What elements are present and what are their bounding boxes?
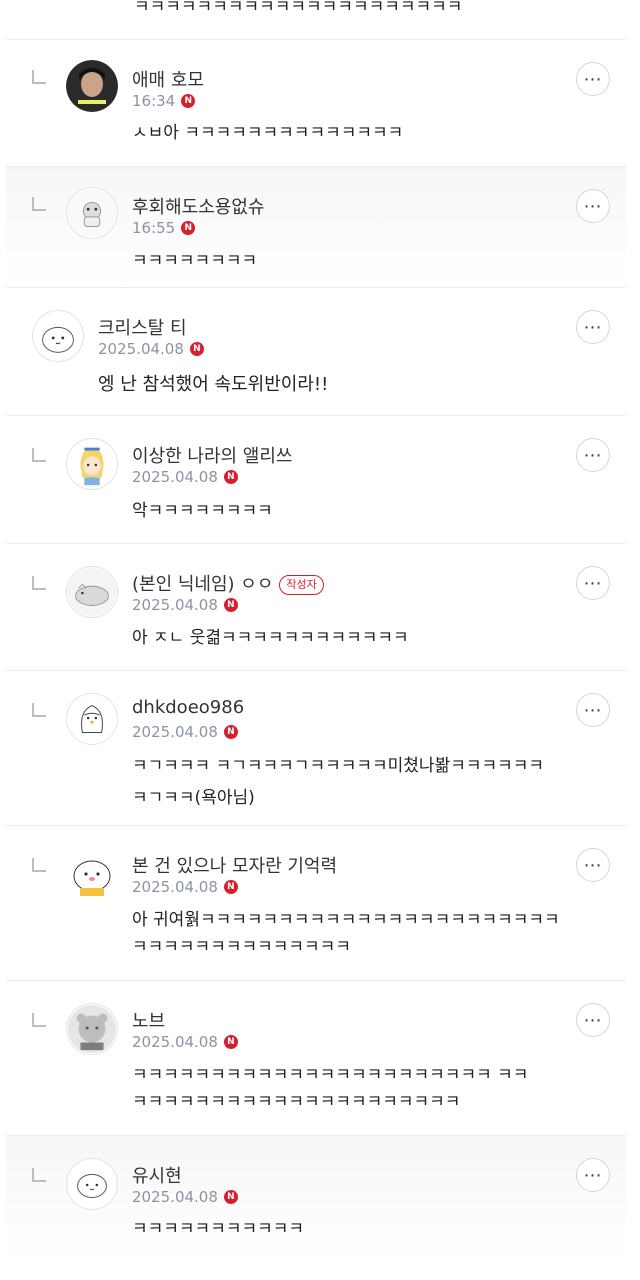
new-badge-icon: N <box>223 725 238 739</box>
reply-arrow-icon <box>32 197 46 211</box>
nickname[interactable]: 노브 <box>132 1007 165 1033</box>
more-options-button[interactable]: ⋯ <box>576 310 610 344</box>
more-options-button[interactable]: ⋯ <box>576 189 610 223</box>
comment-text: 악ㅋㅋㅋㅋㅋㅋㅋㅋ <box>132 501 273 521</box>
avatar[interactable] <box>66 60 118 112</box>
reply-arrow-icon <box>32 448 46 462</box>
comment-time: 2025.04.08 N <box>98 340 204 358</box>
comment-item: 노브 2025.04.08 N ⋯ ㅋㅋㅋㅋㅋㅋㅋㅋㅋㅋㅋㅋㅋㅋㅋㅋㅋㅋㅋㅋㅋㅋㅋ… <box>6 981 626 1136</box>
comment-time: 16:55 N <box>132 219 196 237</box>
comment-text: 아 ㅈㄴ 웃겲ㅋㅋㅋㅋㅋㅋㅋㅋㅋㅋㅋㅋ <box>132 628 409 648</box>
avatar[interactable] <box>66 848 118 900</box>
comment-text: ㅋㄱㅋㅋㅋ ㅋㄱㅋㅋㅋㄱㅋㅋㅋㅋㅋ미쳤나봚ㅋㅋㅋㅋㅋㅋ <box>132 756 545 776</box>
comment-item: dhkdoeo986 2025.04.08 N ⋯ ㅋㄱㅋㅋㅋ ㅋㄱㅋㅋㅋㄱㅋㅋㅋ… <box>6 671 626 826</box>
avatar[interactable] <box>66 693 118 745</box>
comment-item: 본 건 있으나 모자란 기억력 2025.04.08 N ⋯ 아 귀여웕ㅋㅋㅋㅋㅋ… <box>6 826 626 981</box>
reply-arrow-icon <box>32 70 46 84</box>
nickname[interactable]: 후회해도소용없슈 <box>132 193 264 219</box>
nickname[interactable]: (본인 닉네임) ㅇㅇ 작성자 <box>132 570 324 596</box>
comment-list: ㅋㅋㅋㅋㅋㅋㅋㅋㅋㅋㅋㅋㅋㅋㅋㅋㅋㅋㅋㅋㅋ 애매 호모 16:34 N ⋯ ㅅㅂ아… <box>0 0 640 1280</box>
new-badge-icon: N <box>181 94 196 108</box>
comment-time: 2025.04.08 N <box>132 468 238 486</box>
new-badge-icon: N <box>223 470 238 484</box>
timestamp: 2025.04.08 <box>132 1033 218 1051</box>
timestamp: 2025.04.08 <box>132 878 218 896</box>
new-badge-icon: N <box>223 880 238 894</box>
timestamp: 16:34 <box>132 92 176 110</box>
nickname[interactable]: 본 건 있으나 모자란 기억력 <box>132 852 337 878</box>
avatar[interactable] <box>66 187 118 239</box>
more-options-button[interactable]: ⋯ <box>576 1158 610 1192</box>
reply-arrow-icon <box>32 858 46 872</box>
timestamp: 2025.04.08 <box>98 340 184 358</box>
new-badge-icon: N <box>223 1190 238 1204</box>
comment-item: 크리스탈 티 2025.04.08 N ⋯ 엥 난 참석했어 속도위반이라!! <box>6 288 626 416</box>
comment-time: 2025.04.08 N <box>132 878 238 896</box>
more-options-button[interactable]: ⋯ <box>576 693 610 727</box>
nickname[interactable]: dhkdoeo986 <box>132 697 244 718</box>
nickname[interactable]: 크리스탈 티 <box>98 314 187 340</box>
comment-text: ㅅㅂ아 ㅋㅋㅋㅋㅋㅋㅋㅋㅋㅋㅋㅋㅋㅋ <box>132 123 404 143</box>
comment-text: ㅋㅋㅋㅋㅋㅋㅋㅋ <box>132 251 258 271</box>
author-badge: 작성자 <box>279 575 324 595</box>
nickname-text: (본인 닉네임) ㅇㅇ <box>132 574 274 595</box>
nickname[interactable]: 이상한 나라의 앨리쓰 <box>132 442 292 468</box>
comment-text: ㅋㅋㅋㅋㅋㅋㅋㅋㅋㅋㅋㅋㅋㅋ <box>132 937 351 957</box>
nickname[interactable]: 애매 호모 <box>132 66 204 92</box>
more-options-button[interactable]: ⋯ <box>576 1003 610 1037</box>
comment-time: 2025.04.08 N <box>132 723 238 741</box>
timestamp: 2025.04.08 <box>132 468 218 486</box>
timestamp: 2025.04.08 <box>132 723 218 741</box>
timestamp: 2025.04.08 <box>132 1188 218 1206</box>
comment-text: ㅋㅋㅋㅋㅋㅋㅋㅋㅋㅋㅋㅋㅋㅋㅋㅋㅋㅋㅋㅋㅋ <box>132 1092 461 1112</box>
timestamp: 16:55 <box>132 219 176 237</box>
comment-text: ㅋㅋㅋㅋㅋㅋㅋㅋㅋㅋㅋㅋㅋㅋㅋㅋㅋㅋㅋㅋㅋ <box>134 0 463 17</box>
more-options-button[interactable]: ⋯ <box>576 62 610 96</box>
new-badge-icon: N <box>223 598 238 612</box>
comment-time: 2025.04.08 N <box>132 1188 238 1206</box>
avatar[interactable] <box>66 566 118 618</box>
reply-arrow-icon <box>32 703 46 717</box>
timestamp: 2025.04.08 <box>132 596 218 614</box>
comment-item: 이상한 나라의 앨리쓰 2025.04.08 N ⋯ 악ㅋㅋㅋㅋㅋㅋㅋㅋ <box>6 416 626 544</box>
comment-item: 애매 호모 16:34 N ⋯ ㅅㅂ아 ㅋㅋㅋㅋㅋㅋㅋㅋㅋㅋㅋㅋㅋㅋ <box>6 40 626 167</box>
more-options-button[interactable]: ⋯ <box>576 848 610 882</box>
comment-item: 후회해도소용없슈 16:55 N ⋯ ㅋㅋㅋㅋㅋㅋㅋㅋ <box>6 167 626 288</box>
avatar[interactable] <box>66 1003 118 1055</box>
more-options-button[interactable]: ⋯ <box>576 438 610 472</box>
nickname[interactable]: 유시현 <box>132 1162 182 1188</box>
comment-time: 16:34 N <box>132 92 196 110</box>
comment-item: 유시현 2025.04.08 N ⋯ ㅋㅋㅋㅋㅋㅋㅋㅋㅋㅋㅋ <box>6 1136 626 1260</box>
new-badge-icon: N <box>223 1035 238 1049</box>
comment-time: 2025.04.08 N <box>132 1033 238 1051</box>
reply-arrow-icon <box>32 1168 46 1182</box>
avatar[interactable] <box>32 310 84 362</box>
more-options-button[interactable]: ⋯ <box>576 566 610 600</box>
reply-arrow-icon <box>32 576 46 590</box>
reply-arrow-icon <box>32 1013 46 1027</box>
comment-item: (본인 닉네임) ㅇㅇ 작성자 2025.04.08 N ⋯ 아 ㅈㄴ 웃겲ㅋㅋㅋㅋ… <box>6 544 626 671</box>
comment-text: ㅋㄱㅋㅋ(욕아님) <box>132 788 255 808</box>
new-badge-icon: N <box>181 221 196 235</box>
comment-time: 2025.04.08 N <box>132 596 238 614</box>
new-badge-icon: N <box>189 342 204 356</box>
comment-text: 엥 난 참석했어 속도위반이라!! <box>98 374 329 395</box>
avatar[interactable] <box>66 1158 118 1210</box>
avatar[interactable] <box>66 438 118 490</box>
comment-text: ㅋㅋㅋㅋㅋㅋㅋㅋㅋㅋㅋ <box>132 1219 305 1239</box>
